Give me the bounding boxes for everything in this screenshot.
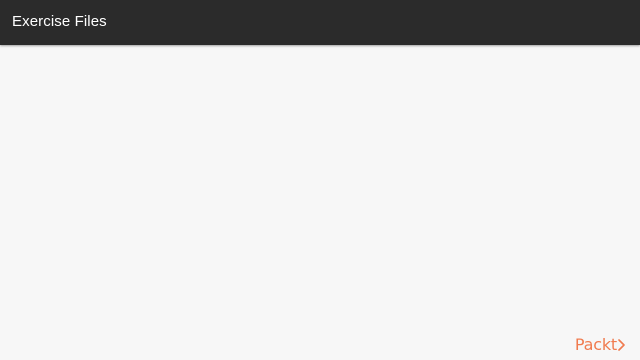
slide-canvas: Exercise Files Packt bbox=[0, 0, 640, 360]
header-bar: Exercise Files bbox=[0, 0, 640, 45]
brand-name: Packt bbox=[574, 335, 617, 354]
brand-logo: Packt bbox=[575, 335, 626, 354]
chevron-right-icon bbox=[618, 338, 625, 351]
page-title: Exercise Files bbox=[12, 13, 107, 30]
content-area bbox=[0, 45, 640, 360]
